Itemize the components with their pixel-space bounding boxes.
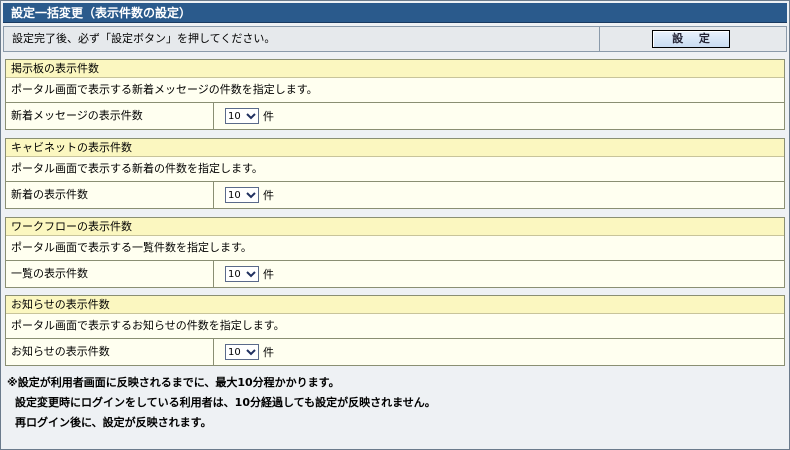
footer-notes: ※設定が利用者画面に反映されるまでに、最大10分程かかります。 設定変更時にログ… <box>7 373 785 433</box>
setting-control: 10 件 <box>214 182 784 208</box>
chevron-down-icon <box>245 346 257 358</box>
footer-note: 再ログイン後に、設定が反映されます。 <box>15 416 212 429</box>
setting-label: 新着メッセージの表示件数 <box>6 103 214 129</box>
count-select[interactable]: 10 <box>225 108 259 124</box>
chevron-down-icon <box>245 268 257 280</box>
section-bulletin-board: 掲示板の表示件数 ポータル画面で表示する新着メッセージの件数を指定します。 新着… <box>5 59 785 130</box>
unit-label: 件 <box>263 268 274 281</box>
section-setting-row: 新着の表示件数 10 件 <box>6 182 784 208</box>
footer-note: ※設定が利用者画面に反映されるまでに、最大10分程かかります。 <box>7 376 340 389</box>
setting-label: 一覧の表示件数 <box>6 261 214 287</box>
select-value: 10 <box>228 189 241 201</box>
unit-label: 件 <box>263 346 274 359</box>
section-description: ポータル画面で表示するお知らせの件数を指定します。 <box>6 314 784 339</box>
select-value: 10 <box>228 346 241 358</box>
notice-button-cell: 設 定 <box>600 27 786 51</box>
section-setting-row: 新着メッセージの表示件数 10 件 <box>6 103 784 129</box>
section-description: ポータル画面で表示する新着メッセージの件数を指定します。 <box>6 78 784 103</box>
section-setting-row: 一覧の表示件数 10 件 <box>6 261 784 287</box>
section-setting-row: お知らせの表示件数 10 件 <box>6 339 784 365</box>
unit-label: 件 <box>263 110 274 123</box>
count-select[interactable]: 10 <box>225 344 259 360</box>
section-cabinet: キャビネットの表示件数 ポータル画面で表示する新着の件数を指定します。 新着の表… <box>5 138 785 209</box>
section-workflow: ワークフローの表示件数 ポータル画面で表示する一覧件数を指定します。 一覧の表示… <box>5 217 785 288</box>
section-header: キャビネットの表示件数 <box>6 139 784 157</box>
notice-row: 設定完了後、必ず「設定ボタン」を押してください。 設 定 <box>3 26 787 52</box>
setting-label: お知らせの表示件数 <box>6 339 214 365</box>
setting-control: 10 件 <box>214 103 784 129</box>
section-description: ポータル画面で表示する新着の件数を指定します。 <box>6 157 784 182</box>
page-title: 設定一括変更（表示件数の設定） <box>3 3 787 23</box>
unit-label: 件 <box>263 189 274 202</box>
section-notices: お知らせの表示件数 ポータル画面で表示するお知らせの件数を指定します。 お知らせ… <box>5 295 785 366</box>
set-button[interactable]: 設 定 <box>652 30 730 48</box>
section-header: ワークフローの表示件数 <box>6 218 784 236</box>
select-value: 10 <box>228 110 241 122</box>
section-description: ポータル画面で表示する一覧件数を指定します。 <box>6 236 784 261</box>
footer-note: 設定変更時にログインをしている利用者は、10分経過しても設定が反映されません。 <box>15 396 436 409</box>
setting-control: 10 件 <box>214 339 784 365</box>
count-select[interactable]: 10 <box>225 187 259 203</box>
setting-label: 新着の表示件数 <box>6 182 214 208</box>
notice-text: 設定完了後、必ず「設定ボタン」を押してください。 <box>4 27 600 51</box>
setting-control: 10 件 <box>214 261 784 287</box>
chevron-down-icon <box>245 189 257 201</box>
section-header: 掲示板の表示件数 <box>6 60 784 78</box>
settings-window: 設定一括変更（表示件数の設定） 設定完了後、必ず「設定ボタン」を押してください。… <box>0 0 790 450</box>
chevron-down-icon <box>245 110 257 122</box>
count-select[interactable]: 10 <box>225 266 259 282</box>
section-header: お知らせの表示件数 <box>6 296 784 314</box>
select-value: 10 <box>228 268 241 280</box>
